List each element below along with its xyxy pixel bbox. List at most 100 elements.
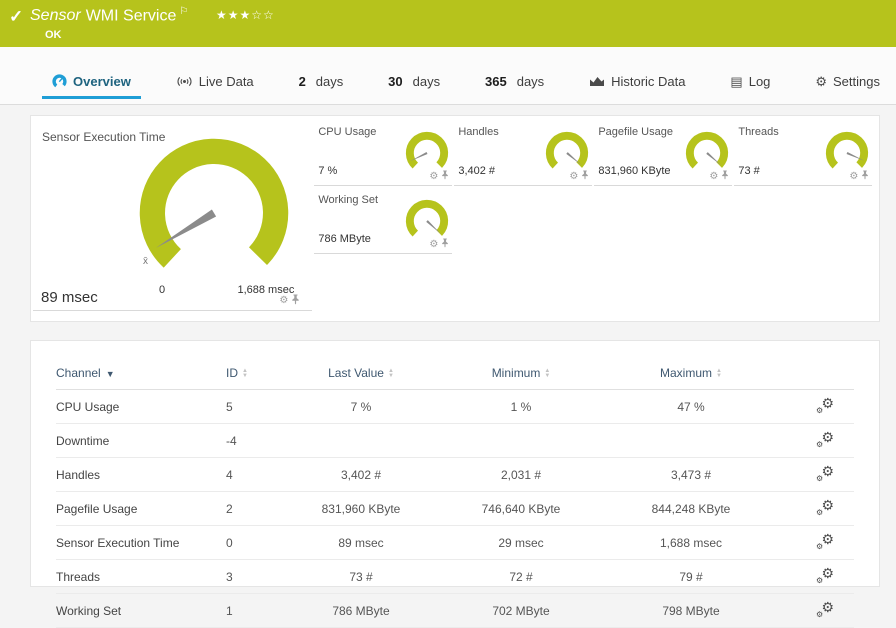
channel-maximum: 47 % (606, 389, 776, 424)
column-header-minimum[interactable]: Minimum ▲ ▼ (436, 355, 606, 390)
gauge-value: 831,960 KByte (598, 165, 671, 177)
channel-last-value: 3,402 # (286, 457, 436, 492)
tab-label: days (412, 74, 441, 89)
column-header-last-value[interactable]: Last Value ▲ ▼ (286, 355, 436, 390)
tab-overview[interactable]: Overview (38, 74, 145, 104)
channel-name[interactable]: Working Set (56, 593, 226, 628)
channel-maximum: 3,473 # (606, 457, 776, 492)
status-badge: OK (45, 29, 62, 41)
gauge-settings-gear-icon[interactable]: ⚙ (569, 171, 578, 182)
gauge-value: 73 # (738, 165, 760, 177)
channel-name[interactable]: Downtime (56, 423, 226, 458)
tab-label: Overview (73, 74, 131, 89)
sort-icon: ▲ ▼ (544, 367, 551, 379)
table-row[interactable]: Threads 3 73 # 72 # 79 # ⚙ ⚙ (56, 559, 854, 594)
sensor-status-header: ✓ Sensor WMI Service ⚐ ★★★☆☆ OK (0, 0, 896, 47)
column-header-settings (776, 355, 854, 390)
gauge-settings-gear-icon[interactable]: ⚙ (709, 171, 718, 182)
channel-settings-icon[interactable]: ⚙ ⚙ (816, 429, 834, 449)
tab-30-days[interactable]: 30 days (374, 74, 454, 104)
pin-icon[interactable] (441, 170, 449, 183)
column-header-maximum[interactable]: Maximum ▲ ▼ (606, 355, 776, 390)
tab-365-days[interactable]: 365 days (471, 74, 558, 104)
column-header-id[interactable]: ID ▲ ▼ (226, 355, 286, 390)
channel-table: Channel ▼ ID ▲ ▼ Last Value ▲ ▼ Minimum ▲ ▼ Max… (56, 355, 854, 628)
tab-settings[interactable]: ⚙ Settings (801, 74, 894, 104)
channel-id: 1 (226, 593, 286, 628)
gear-icon: ⚙ (815, 74, 827, 89)
tab-number: 2 (298, 74, 306, 89)
tab-label: days (315, 74, 344, 89)
channel-id: 0 (226, 525, 286, 560)
threads-gauge (825, 131, 869, 175)
gauge-scale-min: 0 (159, 284, 166, 296)
channel-last-value (286, 423, 436, 458)
channel-name[interactable]: Sensor Execution Time (56, 525, 226, 560)
gauge-settings-gear-icon[interactable]: ⚙ (279, 296, 288, 306)
tab-label: Historic Data (611, 74, 686, 89)
channel-minimum: 1 % (436, 389, 606, 424)
primary-channel-gauge-tile: Sensor Execution Time x̄ 0 1,688 msec 89… (33, 118, 313, 311)
table-row[interactable]: Pagefile Usage 2 831,960 KByte 746,640 K… (56, 491, 854, 526)
priority-stars[interactable]: ★★★☆☆ (216, 8, 275, 22)
pin-icon[interactable] (721, 170, 729, 183)
channel-name[interactable]: CPU Usage (56, 389, 226, 424)
channel-name[interactable]: Handles (56, 457, 226, 492)
overview-panel: Sensor Execution Time x̄ 0 1,688 msec 89… (30, 115, 880, 322)
mini-gauge-tile-working-set: Working Set 786 MByte ⚙ (314, 186, 453, 254)
channel-settings-icon[interactable]: ⚙ ⚙ (816, 497, 834, 517)
tab-label: Log (748, 74, 771, 89)
gauge-value: 786 MByte (318, 233, 371, 245)
channel-id: 4 (226, 457, 286, 492)
tab-2-days[interactable]: 2 days (285, 74, 358, 104)
channel-id: 3 (226, 559, 286, 594)
channel-settings-icon[interactable]: ⚙ ⚙ (816, 395, 834, 415)
mini-gauge-tile-pagefile-usage: Pagefile Usage 831,960 KByte ⚙ (594, 118, 733, 186)
table-row[interactable]: Sensor Execution Time 0 89 msec 29 msec … (56, 525, 854, 560)
tab-live-data[interactable]: Live Data (162, 74, 268, 104)
pin-icon[interactable] (441, 238, 449, 251)
tab-historic-data[interactable]: Historic Data (575, 74, 699, 104)
table-row[interactable]: Working Set 1 786 MByte 702 MByte 798 MB… (56, 593, 854, 628)
gauge-title: CPU Usage (318, 126, 377, 138)
channel-last-value: 786 MByte (286, 593, 436, 628)
pagefile-usage-gauge (685, 131, 729, 175)
historic-data-icon (589, 75, 605, 88)
column-header-channel[interactable]: Channel ▼ (56, 355, 226, 390)
gauge-value: 89 msec (41, 289, 98, 306)
table-row[interactable]: Handles 4 3,402 # 2,031 # 3,473 # ⚙ ⚙ (56, 457, 854, 492)
channel-maximum: 1,688 msec (606, 525, 776, 560)
mini-gauge-tile-handles: Handles 3,402 # ⚙ (454, 118, 593, 186)
tab-number: 365 (485, 74, 507, 89)
channel-name[interactable]: Threads (56, 559, 226, 594)
sort-desc-icon: ▼ (105, 369, 115, 379)
channel-minimum (436, 423, 606, 458)
pin-icon[interactable] (861, 170, 869, 183)
channel-settings-icon[interactable]: ⚙ ⚙ (816, 463, 834, 483)
mini-gauge-tile-threads: Threads 73 # ⚙ (734, 118, 873, 186)
channel-id: -4 (226, 423, 286, 458)
ok-check-icon: ✓ (9, 7, 24, 26)
channel-maximum (606, 423, 776, 458)
gauge-title: Working Set (318, 194, 379, 206)
channel-settings-icon[interactable]: ⚙ ⚙ (816, 531, 834, 551)
pin-icon[interactable] (291, 294, 300, 308)
table-row[interactable]: CPU Usage 5 7 % 1 % 47 % ⚙ ⚙ (56, 389, 854, 424)
channel-last-value: 831,960 KByte (286, 491, 436, 526)
channel-settings-icon[interactable]: ⚙ ⚙ (816, 565, 834, 585)
gauge-settings-gear-icon[interactable]: ⚙ (849, 171, 858, 182)
tab-label: days (516, 74, 545, 89)
channel-last-value: 7 % (286, 389, 436, 424)
channel-minimum: 72 # (436, 559, 606, 594)
channel-id: 2 (226, 491, 286, 526)
channel-minimum: 29 msec (436, 525, 606, 560)
channel-name[interactable]: Pagefile Usage (56, 491, 226, 526)
channel-settings-icon[interactable]: ⚙ ⚙ (816, 599, 834, 619)
gauge-settings-gear-icon[interactable]: ⚙ (429, 171, 438, 182)
tab-log[interactable]: ▤ Log (716, 74, 784, 104)
pin-icon[interactable] (581, 170, 589, 183)
table-row[interactable]: Downtime -4 ⚙ ⚙ (56, 423, 854, 458)
gauge-settings-gear-icon[interactable]: ⚙ (429, 239, 438, 250)
channel-minimum: 746,640 KByte (436, 491, 606, 526)
flag-icon[interactable]: ⚐ (179, 6, 188, 17)
